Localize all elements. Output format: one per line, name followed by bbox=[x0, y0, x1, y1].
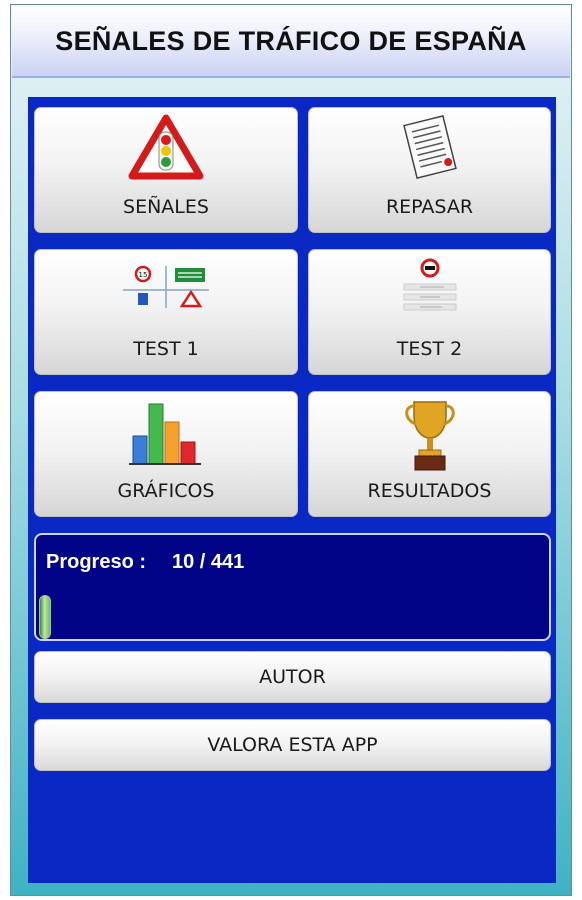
app-window: SEÑALES DE TRÁFICO DE ESPAÑA SEÑALES REP… bbox=[10, 4, 572, 896]
bar-chart-icon bbox=[129, 403, 201, 465]
progress-panel: Progreso : 10 / 441 bbox=[34, 533, 551, 641]
sign-quiz-list-icon bbox=[403, 258, 456, 311]
test-1-button[interactable]: 15 TEST 1 bbox=[34, 249, 298, 375]
main-panel: SEÑALES REPASAR 15 TEST 1 TEST 2 GRÁFICO… bbox=[28, 97, 556, 883]
test-2-button[interactable]: TEST 2 bbox=[308, 249, 551, 375]
page-title: SEÑALES DE TRÁFICO DE ESPAÑA bbox=[55, 25, 527, 56]
resultados-button[interactable]: RESULTADOS bbox=[308, 391, 551, 517]
graficos-label: GRÁFICOS bbox=[117, 480, 215, 502]
test-2-label: TEST 2 bbox=[396, 338, 463, 360]
repasar-label: REPASAR bbox=[385, 196, 474, 218]
author-button[interactable]: AUTOR bbox=[34, 651, 551, 703]
progress-bar bbox=[39, 595, 544, 639]
progress-bar-fill bbox=[39, 595, 51, 639]
warning-triangle-traffic-light-icon bbox=[128, 114, 204, 180]
title-bar: SEÑALES DE TRÁFICO DE ESPAÑA bbox=[12, 6, 570, 78]
rate-app-button-label: VALORA ESTA APP bbox=[207, 734, 378, 756]
road-signs-test-icon: 15 bbox=[123, 265, 209, 308]
progress-value: 10 / 441 bbox=[172, 551, 245, 573]
senales-button[interactable]: SEÑALES bbox=[34, 107, 298, 233]
resultados-label: RESULTADOS bbox=[367, 480, 492, 502]
graficos-button[interactable]: GRÁFICOS bbox=[34, 391, 298, 517]
progress-label: Progreso : bbox=[46, 551, 147, 573]
trophy-icon bbox=[404, 401, 455, 471]
rate-app-button[interactable]: VALORA ESTA APP bbox=[34, 719, 551, 771]
test-1-label: TEST 1 bbox=[133, 338, 199, 360]
senales-label: SEÑALES bbox=[123, 196, 209, 218]
svg-text:15: 15 bbox=[139, 271, 148, 279]
author-button-label: AUTOR bbox=[259, 666, 326, 688]
repasar-button[interactable]: REPASAR bbox=[308, 107, 551, 233]
checklist-document-icon bbox=[402, 115, 457, 179]
